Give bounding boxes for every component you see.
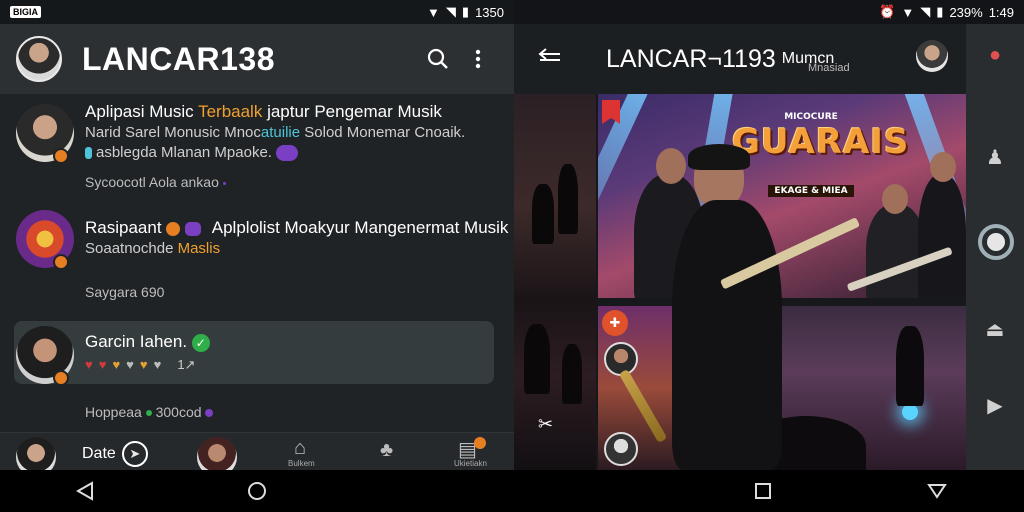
status-badge bbox=[53, 148, 69, 164]
down-triangle-icon[interactable] bbox=[924, 478, 950, 504]
notification-dot bbox=[474, 437, 486, 449]
side-rail: ● ♟ ⏏ ▶ bbox=[966, 24, 1024, 470]
item-title: Aplipasi Music Terbaalk japtur Pengemar … bbox=[85, 102, 442, 121]
chat-bubble-icon[interactable]: ● bbox=[982, 42, 1008, 68]
back-arrow-icon[interactable] bbox=[538, 45, 578, 73]
person-icon[interactable]: ♟ bbox=[982, 144, 1008, 170]
item-title: Garcin Iahen. ✓ bbox=[85, 332, 210, 352]
signal-icon: ▼ bbox=[427, 4, 440, 20]
item-meta: Saygara 690 bbox=[85, 284, 165, 300]
battery-icon: ▮ bbox=[936, 4, 944, 19]
alarm-icon: ⏰ bbox=[879, 4, 896, 19]
send-icon: ➤ bbox=[121, 441, 148, 467]
item-footer: Hoppeaa 300cod bbox=[85, 404, 214, 420]
nav-home[interactable]: ⌂ Bulkem bbox=[288, 437, 315, 468]
system-nav-bar bbox=[514, 470, 1024, 512]
record-icon[interactable] bbox=[978, 224, 1014, 260]
item-subtitle: Soaatnochde Maslis bbox=[85, 240, 221, 257]
signal-icon: ▼ bbox=[901, 4, 915, 20]
scissors-icon[interactable]: ✂ bbox=[538, 414, 553, 435]
heart-icon: ♥ bbox=[139, 357, 148, 372]
reaction-row: ♥ ♥ ♥ ♥ ♥ ♥ 1↗ bbox=[85, 357, 196, 372]
wifi-icon: ◥ bbox=[920, 4, 931, 19]
battery-percent: 239% bbox=[949, 4, 983, 20]
recents-square-icon[interactable] bbox=[750, 478, 776, 504]
home-icon: ⌂ bbox=[294, 437, 307, 459]
bottom-nav: Date ➤ ⌂ Bulkem ♣ ▤ Ukietiakn bbox=[0, 432, 514, 477]
artist-avatar bbox=[604, 342, 638, 376]
home-circle-icon[interactable] bbox=[244, 478, 270, 504]
profile-avatar[interactable] bbox=[916, 40, 948, 72]
upload-icon[interactable]: ⏏ bbox=[982, 316, 1008, 342]
artist-avatar-2 bbox=[604, 432, 638, 466]
wifi-icon: ◥ bbox=[445, 4, 456, 19]
app-title: LANCAR138 bbox=[82, 40, 275, 77]
emoji-icon bbox=[276, 145, 299, 162]
status-time: 1350 bbox=[475, 4, 504, 20]
app-bar: LANCAR138 bbox=[0, 24, 514, 94]
item-title: Rasipaant Aplplolist Moakyur Mangenermat… bbox=[85, 218, 509, 237]
item-subtitle: Narid Sarel Monusic Mnocatuilie Solod Mo… bbox=[85, 124, 466, 141]
crowd-image-strip bbox=[514, 94, 596, 470]
share-icon: ✚ bbox=[602, 310, 628, 336]
heart-icon: ♥ bbox=[85, 357, 93, 372]
list-item[interactable]: Aplipasi Music Terbaalk japtur Pengemar … bbox=[0, 94, 514, 204]
list-item[interactable]: Rasipaant Aplplolist Moakyur Mangenermat… bbox=[0, 204, 514, 314]
list-item[interactable]: Garcin Iahen. ✓ ♥ ♥ ♥ ♥ ♥ ♥ 1↗ Hoppeaa 300cod bbox=[0, 314, 514, 424]
battery-icon: ▮ bbox=[461, 4, 470, 19]
verified-icon: ✓ bbox=[191, 333, 210, 352]
item-subtitle-2: asblegda Mlanan Mpaoke. bbox=[85, 144, 299, 162]
more-vert-icon[interactable] bbox=[458, 39, 498, 79]
lead-guitarist-graphic bbox=[672, 144, 861, 470]
nav-people[interactable]: ♣ bbox=[380, 439, 393, 462]
nav-inbox[interactable]: ▤ Ukietiakn bbox=[454, 437, 487, 468]
page-subtitle: Mnasiad bbox=[808, 62, 850, 74]
nav-date[interactable]: Date ➤ bbox=[82, 441, 148, 467]
people-icon: ♣ bbox=[380, 439, 394, 461]
search-icon[interactable] bbox=[418, 39, 458, 79]
right-phone-screen: ⏰ ▼ ◥ ▮ 239% 1:49 LANCAR¬1193 Mumcn Mnas… bbox=[514, 0, 1024, 512]
left-phone-screen: BIGIA ▼ ◥ ▮ 1350 LANCAR138 Aplipasi Musi… bbox=[0, 0, 514, 512]
status-bar: ⏰ ▼ ◥ ▮ 239% 1:49 bbox=[514, 0, 1024, 24]
status-bar: BIGIA ▼ ◥ ▮ 1350 bbox=[0, 0, 514, 24]
play-icon[interactable]: ▶ bbox=[982, 392, 1008, 418]
bookmark-icon bbox=[602, 100, 620, 124]
page-title: LANCAR¬1193 bbox=[606, 44, 776, 73]
app-bar: LANCAR¬1193 Mumcn Mnasiad bbox=[514, 24, 966, 94]
system-nav-bar bbox=[0, 470, 514, 512]
back-triangle-icon[interactable] bbox=[72, 478, 98, 504]
heart-icon: ♥ bbox=[126, 357, 134, 372]
status-badge bbox=[53, 254, 69, 270]
profile-avatar[interactable] bbox=[16, 36, 62, 82]
carrier-label: BIGIA bbox=[10, 6, 42, 18]
heart-icon: ♥ bbox=[98, 357, 107, 372]
status-badge bbox=[53, 370, 69, 386]
status-time: 1:49 bbox=[988, 4, 1014, 20]
item-meta: Sycoocotl Aola ankao bbox=[85, 174, 226, 190]
heart-icon: ♥ bbox=[153, 357, 162, 372]
heart-icon: ♥ bbox=[112, 357, 121, 372]
